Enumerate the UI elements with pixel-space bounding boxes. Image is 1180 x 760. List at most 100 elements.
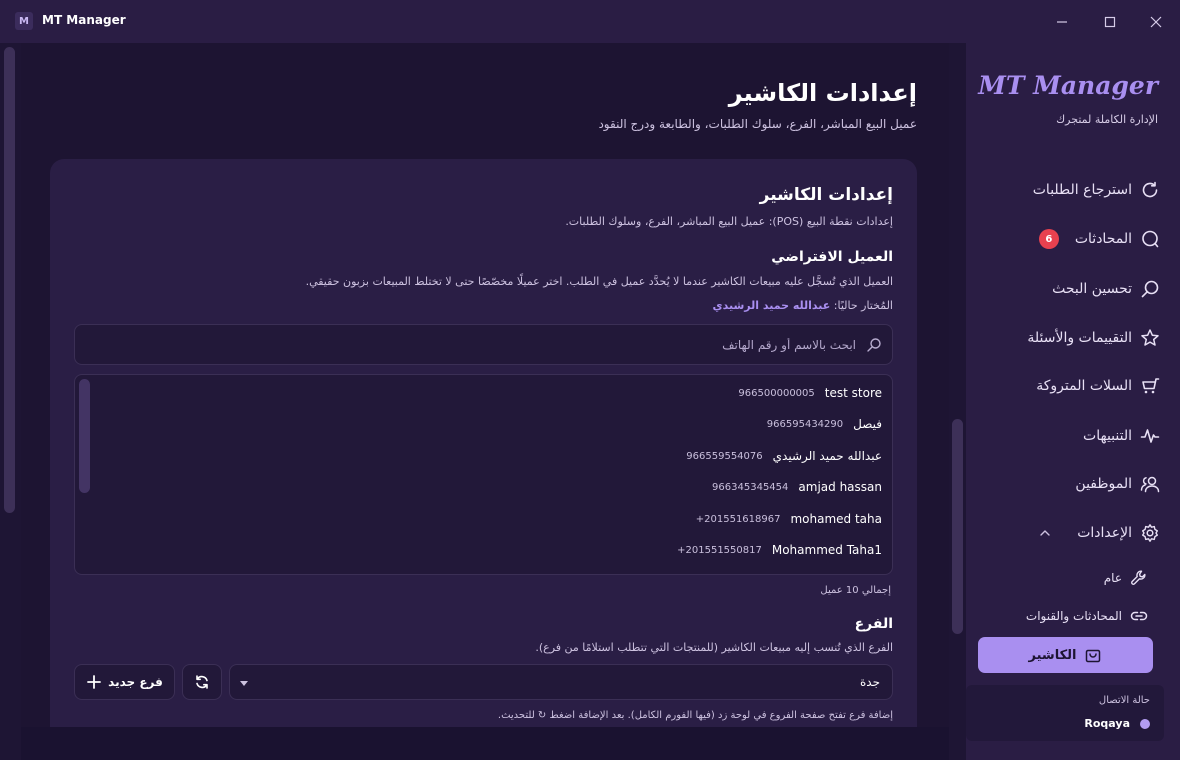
sidebar-item-cashier[interactable]: الكاشير [978, 637, 1153, 673]
card-title: إعدادات الكاشير [759, 185, 893, 205]
refresh-icon [1140, 180, 1160, 200]
client-phone: 966345345454 [712, 481, 789, 493]
branch-select[interactable]: جدة [229, 664, 893, 700]
client-name: test store [824, 386, 882, 400]
new-branch-button[interactable]: فرع جديد [74, 664, 175, 700]
app-logo-icon: M [15, 12, 33, 30]
selected-client-line: المُختار حاليًا: عبدالله حميد الرشيدي [713, 299, 893, 312]
close-button[interactable] [1141, 8, 1171, 36]
chevron-up-icon[interactable] [1039, 527, 1051, 539]
client-row[interactable]: عبدالله حميد الرشيدي 966559554076 [686, 446, 882, 466]
client-row[interactable]: mohamed taha +201551618967 [696, 509, 882, 529]
cashier-settings-card: إعدادات الكاشير إعدادات نقطة البيع (POS)… [50, 159, 917, 727]
maximize-icon [1104, 16, 1116, 28]
client-name: amjad hassan [798, 480, 882, 494]
refresh-branches-button[interactable] [182, 664, 222, 700]
connection-account-name: Roqaya [1084, 717, 1130, 730]
sidebar-scrollbar[interactable] [949, 43, 966, 760]
client-row[interactable]: Mohammed Taha1 +201551550817 [677, 540, 882, 560]
sidebar-item-label: تحسين البحث [1052, 281, 1132, 297]
page-title: إعدادات الكاشير [728, 79, 917, 107]
sidebar-item-conversations[interactable]: المحادثات 6 [1038, 227, 1160, 251]
client-name: Mohammed Taha1 [771, 543, 882, 557]
sidebar-subitem-conversations-channels[interactable]: المحادثات والقنوات [1026, 605, 1148, 627]
refresh-icon [196, 675, 208, 689]
caret-down-icon [240, 681, 248, 686]
sidebar-item-employees[interactable]: الموظفين [1075, 472, 1160, 496]
maximize-button[interactable] [1095, 8, 1125, 36]
client-row[interactable]: فيصل 966595434290 [767, 414, 882, 434]
sidebar-item-alerts[interactable]: التنبيهات [1083, 424, 1160, 448]
branch-title: الفرع [854, 616, 893, 632]
clients-list: test store 966500000005 فيصل 96659543429… [74, 374, 893, 575]
branch-note: إضافة فرع تفتح صفحة الفروع في لوحة زد (ف… [497, 710, 893, 721]
cart-icon [1140, 376, 1160, 396]
sidebar-item-settings[interactable]: الإعدادات [1039, 521, 1160, 545]
minimize-icon [1057, 21, 1067, 23]
sidebar-item-label: المحادثات [1074, 231, 1132, 247]
client-search-box [74, 324, 893, 365]
client-name: فيصل [853, 417, 882, 431]
default-client-title: العميل الافتراضي [771, 249, 893, 265]
selected-client-value: عبدالله حميد الرشيدي [712, 299, 831, 312]
unread-badge: 6 [1038, 229, 1059, 249]
star-icon [1140, 328, 1160, 348]
card-subtitle: إعدادات نقطة البيع (POS): عميل البيع الم… [565, 215, 893, 228]
minimize-button[interactable] [1047, 8, 1077, 36]
sidebar-item-label: الكاشير [1028, 647, 1077, 663]
sidebar-item-label: الموظفين [1075, 476, 1132, 492]
page-subtitle: عميل البيع المباشر، الفرع، سلوك الطلبات،… [598, 117, 917, 131]
client-row[interactable]: test store 966500000005 [738, 383, 882, 403]
sidebar-item-label: التنبيهات [1083, 428, 1132, 444]
close-icon [1150, 16, 1162, 28]
sidebar-scrollbar-thumb[interactable] [952, 419, 963, 634]
selected-client-label: المُختار حاليًا: [833, 299, 893, 312]
client-phone: +201551618967 [695, 513, 781, 525]
client-phone: 966559554076 [686, 450, 763, 462]
branch-select-value: جدة [859, 675, 880, 689]
client-row[interactable]: amjad hassan 966345345454 [712, 477, 882, 497]
pulse-icon [1140, 426, 1160, 446]
new-branch-label: فرع جديد [108, 675, 163, 689]
search-icon [867, 338, 881, 352]
title-bar: M MT Manager [0, 0, 1180, 43]
search-icon [1140, 279, 1160, 299]
branch-desc: الفرع الذي تُنسب إليه مبيعات الكاشير (لل… [535, 641, 893, 654]
sidebar-subitem-general[interactable]: عام [1104, 567, 1148, 589]
sidebar-item-label: السلات المتروكة [1036, 378, 1132, 394]
connection-status-label: حالة الاتصال [1098, 695, 1150, 706]
chat-bubble-icon [1140, 229, 1160, 249]
clients-total: إجمالي 10 عميل [820, 585, 891, 596]
window-title: MT Manager [42, 13, 126, 27]
client-phone: +201551550817 [677, 544, 762, 556]
sidebar: MT Manager الإدارة الكاملة لمتجرك استرجا… [966, 43, 1180, 760]
clients-list-scrollbar-thumb[interactable] [79, 379, 90, 493]
bottom-strip [21, 727, 949, 760]
sidebar-item-reviews-questions[interactable]: التقييمات والأسئلة [1027, 326, 1160, 350]
link-icon [1130, 607, 1148, 625]
shopping-bag-icon [1084, 646, 1102, 664]
status-dot-icon [1140, 719, 1150, 729]
brand-logo: MT Manager [978, 71, 1158, 100]
plus-icon [87, 675, 102, 689]
brand-subtitle: الإدارة الكاملة لمتجرك [1056, 113, 1158, 126]
sidebar-subitem-label: المحادثات والقنوات [1025, 609, 1122, 623]
sidebar-item-label: استرجاع الطلبات [1032, 182, 1132, 198]
main-scrollbar-thumb[interactable] [4, 47, 15, 513]
users-icon [1140, 474, 1160, 494]
sidebar-subitem-label: عام [1103, 571, 1122, 585]
client-name: mohamed taha [790, 512, 882, 526]
client-phone: 966500000005 [738, 387, 815, 399]
client-search-input[interactable] [116, 335, 856, 355]
client-phone: 966595434290 [766, 418, 844, 430]
gear-icon [1140, 523, 1160, 543]
default-client-desc: العميل الذي تُسجَّل عليه مبيعات الكاشير … [305, 275, 893, 288]
sidebar-item-abandoned-carts[interactable]: السلات المتروكة [1036, 374, 1160, 398]
main-scrollbar[interactable] [0, 43, 21, 760]
client-name: عبدالله حميد الرشيدي [772, 449, 882, 463]
main-content: إعدادات الكاشير عميل البيع المباشر، الفر… [21, 43, 949, 727]
sidebar-item-search-optimization[interactable]: تحسين البحث [1052, 277, 1160, 301]
connection-status-card: حالة الاتصال Roqaya [966, 685, 1164, 741]
sidebar-item-label: الإعدادات [1077, 525, 1132, 541]
sidebar-item-order-recovery[interactable]: استرجاع الطلبات [1033, 178, 1160, 202]
